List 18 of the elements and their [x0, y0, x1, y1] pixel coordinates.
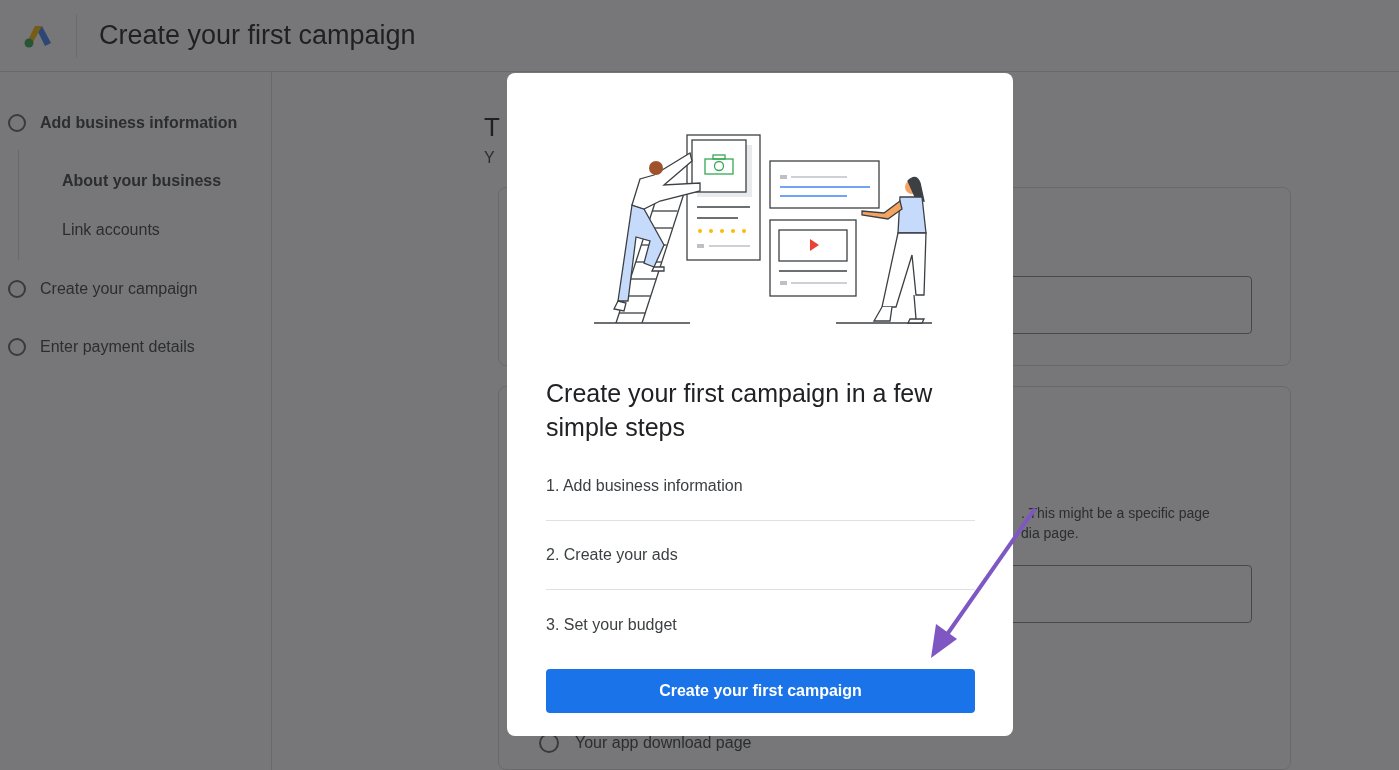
- dialog-heading: Create your first campaign in a few simple steps: [546, 378, 934, 443]
- substep-item[interactable]: About your business: [19, 156, 271, 205]
- page-title: Create your first campaign: [99, 20, 416, 51]
- dialog-step: 3. Set your budget: [546, 590, 975, 659]
- description-text: dia page.: [1020, 523, 1080, 543]
- substep-item[interactable]: Link accounts: [19, 205, 271, 254]
- step-label[interactable]: Create your campaign: [40, 280, 198, 298]
- step-circle-icon: [8, 338, 26, 356]
- step-circle-icon: [8, 114, 26, 132]
- step-circle-icon: [8, 280, 26, 298]
- dialog-step: 1. Add business information: [546, 452, 975, 521]
- dialog-step: 2. Create your ads: [546, 521, 975, 590]
- step-label[interactable]: Add business information: [40, 114, 238, 132]
- radio-label: Your app download page: [575, 733, 752, 752]
- section-heading: T: [484, 112, 500, 143]
- section-subtitle: Y: [484, 149, 495, 167]
- step-label[interactable]: Enter payment details: [40, 338, 195, 356]
- create-campaign-button[interactable]: Create your first campaign: [546, 669, 975, 713]
